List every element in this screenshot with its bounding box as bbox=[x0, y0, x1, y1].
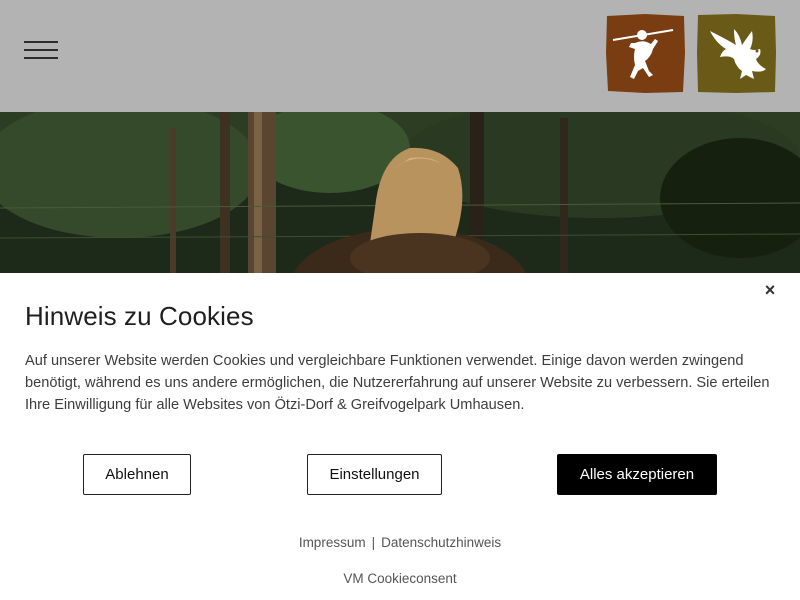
oetzi-dorf-logo[interactable] bbox=[605, 13, 686, 94]
cookie-consent-dialog: × Hinweis zu Cookies Auf unserer Website… bbox=[0, 273, 800, 600]
powered-by: VM Cookieconsent bbox=[0, 571, 800, 586]
cookie-footer-links: Impressum | Datenschutzhinweis bbox=[0, 535, 800, 550]
hamburger-menu-icon[interactable] bbox=[24, 41, 58, 61]
vm-cookieconsent-link[interactable]: VM Cookieconsent bbox=[343, 571, 456, 586]
torn-paper-edge bbox=[0, 96, 800, 111]
hero-image bbox=[0, 108, 800, 278]
imprint-link[interactable]: Impressum bbox=[299, 535, 366, 550]
privacy-link[interactable]: Datenschutzhinweis bbox=[381, 535, 501, 550]
greifvogelpark-logo[interactable] bbox=[696, 13, 777, 94]
settings-button[interactable]: Einstellungen bbox=[307, 454, 442, 495]
cookie-dialog-title: Hinweis zu Cookies bbox=[25, 301, 254, 331]
accept-all-button[interactable]: Alles akzeptieren bbox=[557, 454, 717, 495]
forest-bear-photo bbox=[0, 108, 800, 278]
cookie-dialog-text: Auf unserer Website werden Cookies und v… bbox=[25, 353, 770, 413]
eagle-icon bbox=[697, 14, 776, 93]
stone-age-hunter-icon bbox=[606, 14, 685, 93]
link-separator: | bbox=[371, 535, 376, 550]
decline-button[interactable]: Ablehnen bbox=[83, 454, 191, 495]
close-icon[interactable]: × bbox=[761, 281, 779, 299]
